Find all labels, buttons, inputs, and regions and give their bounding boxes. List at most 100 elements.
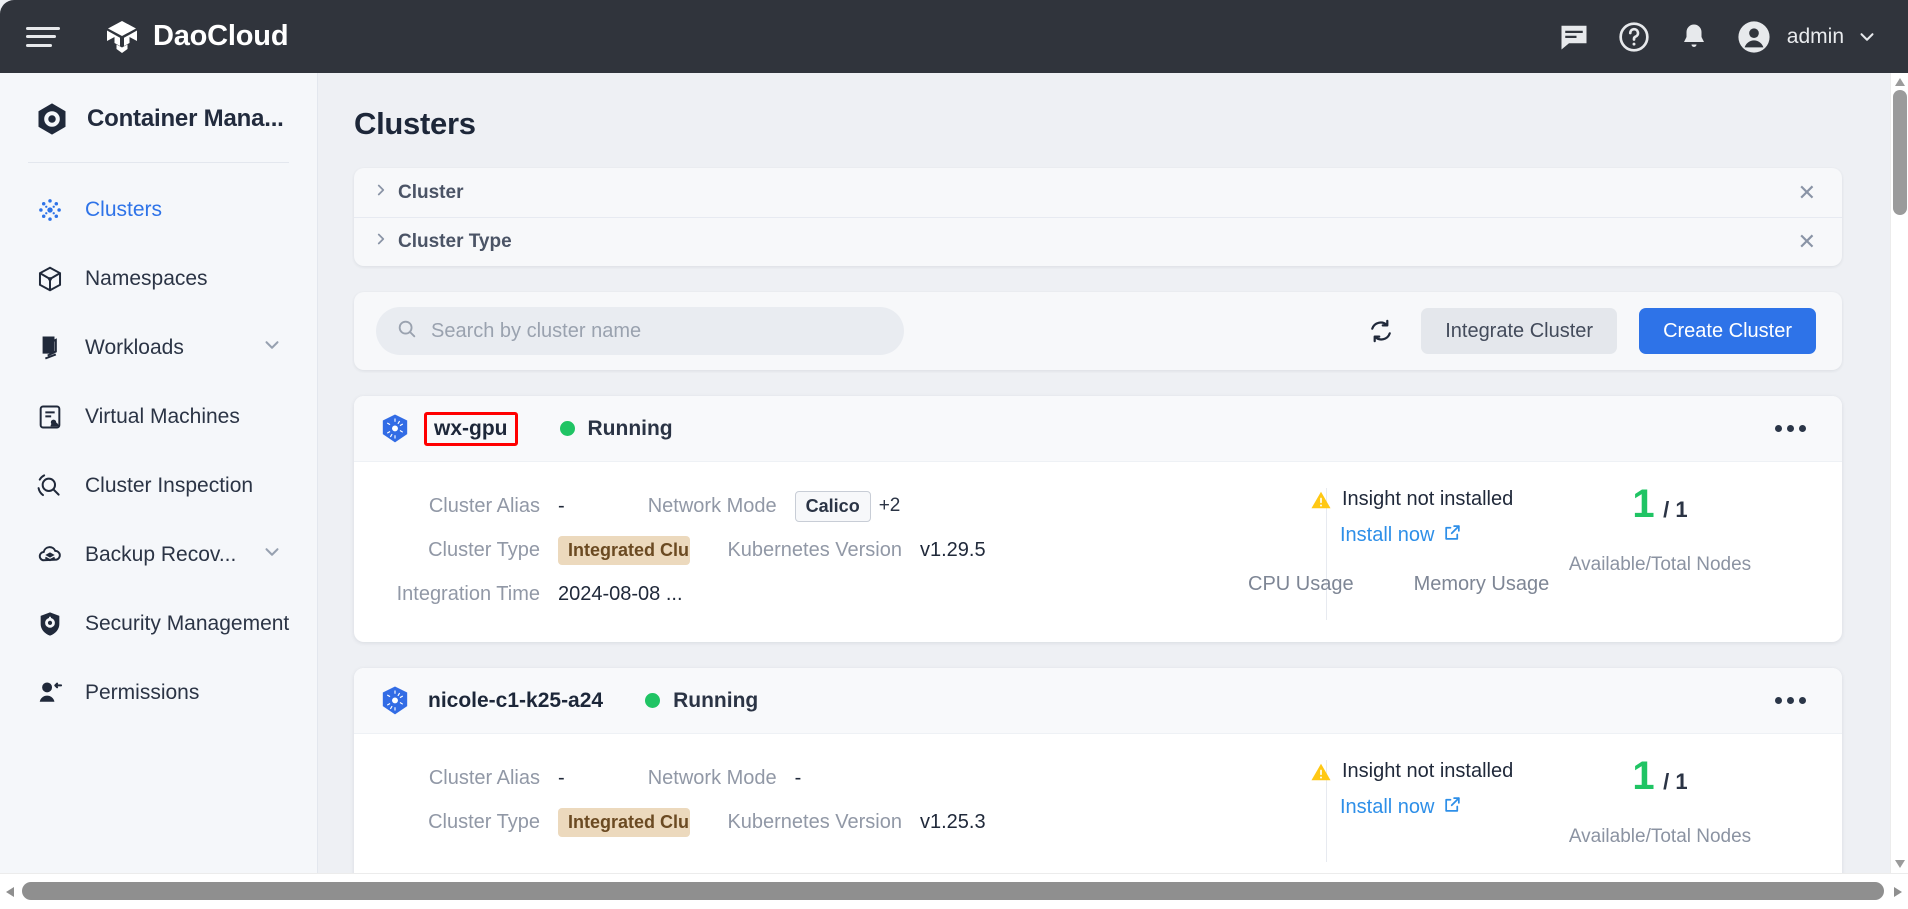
install-now-label: Install now [1340, 524, 1435, 547]
search-placeholder: Search by cluster name [431, 320, 641, 343]
sidebar-item-cluster-inspection[interactable]: Cluster Inspection [0, 451, 317, 520]
warning-triangle-icon [1310, 761, 1332, 783]
memory-usage-label: Memory Usage [1414, 573, 1550, 596]
sidebar-module-title[interactable]: Container Mana... [0, 73, 317, 137]
field-cluster-type: Cluster Type Integrated Clu Kubernetes V… [378, 528, 1154, 572]
scroll-up-arrow-icon[interactable] [1894, 77, 1906, 87]
sidebar-item-label: Workloads [85, 336, 184, 360]
toolbar-actions: Integrate Cluster Create Cluster [1363, 308, 1816, 354]
vertical-scrollbar-thumb[interactable] [1893, 90, 1907, 215]
sidebar-item-permissions[interactable]: Permissions [0, 658, 317, 727]
sidebar: Container Mana... Clusters [0, 73, 318, 909]
cpu-usage-label: CPU Usage [1248, 573, 1354, 596]
horizontal-scrollbar[interactable] [0, 873, 1908, 909]
vertical-scrollbar[interactable] [1890, 73, 1908, 873]
sidebar-item-backup-recovery[interactable]: Backup Recov... [0, 520, 317, 589]
chevron-right-icon[interactable] [372, 181, 398, 205]
sidebar-item-label: Backup Recov... [85, 543, 236, 567]
nodes-counts: 1 / 1 [1530, 484, 1790, 524]
cluster-type-tag: Integrated Clu [558, 536, 690, 565]
filter-row-cluster[interactable]: Cluster ✕ [354, 168, 1842, 217]
filter-label: Cluster Type [398, 231, 512, 253]
cluster-card-body: Cluster Alias - Network Mode Calico +2 C… [354, 462, 1842, 642]
field-label: Cluster Alias [378, 767, 558, 790]
permissions-user-icon [34, 677, 66, 709]
field-label: Cluster Alias [378, 495, 558, 518]
close-icon[interactable]: ✕ [1798, 182, 1816, 204]
cluster-type-tag: Integrated Clu [558, 808, 690, 837]
backup-cloud-icon [34, 539, 66, 571]
more-horizontal-icon[interactable] [1765, 415, 1816, 442]
search-input[interactable]: Search by cluster name [376, 307, 904, 355]
cluster-card-header: wx-gpu Running [354, 396, 1842, 462]
filter-row-cluster-type[interactable]: Cluster Type ✕ [354, 217, 1842, 266]
external-link-icon [1443, 795, 1462, 819]
inspection-magnifier-icon [34, 470, 66, 502]
chevron-down-icon[interactable] [1856, 26, 1878, 48]
cluster-name[interactable]: wx-gpu [424, 412, 518, 446]
help-icon[interactable] [1617, 20, 1651, 54]
brand-text: DaoCloud [153, 20, 288, 53]
sidebar-title-text: Container Mana... [87, 105, 284, 133]
field-label: Network Mode [565, 767, 795, 790]
cluster-card: wx-gpu Running Cluster Alias - Network M… [354, 396, 1842, 642]
kubernetes-icon [378, 684, 412, 718]
field-label: Kubernetes Version [690, 811, 920, 834]
horizontal-scrollbar-thumb[interactable] [22, 882, 1884, 900]
daocloud-cube-icon [104, 19, 140, 55]
nodes-summary: 1 / 1 Available/Total Nodes [1530, 756, 1790, 848]
sidebar-item-clusters[interactable]: Clusters [0, 175, 317, 244]
sidebar-item-label: Cluster Inspection [85, 474, 253, 498]
cluster-name[interactable]: nicole-c1-k25-a24 [428, 689, 603, 713]
insight-text: Insight not installed [1342, 760, 1513, 783]
avatar-icon [1737, 20, 1771, 54]
field-label: Cluster Type [378, 811, 558, 834]
sidebar-item-label: Namespaces [85, 267, 208, 291]
integrate-cluster-button[interactable]: Integrate Cluster [1421, 308, 1617, 354]
usage-labels: CPU Usage Memory Usage [1248, 573, 1842, 596]
cluster-card-body: Cluster Alias - Network Mode - Cluster T… [354, 734, 1842, 873]
user-menu[interactable]: admin [1737, 20, 1878, 54]
cluster-details: Cluster Alias - Network Mode Calico +2 C… [354, 484, 1154, 616]
nodes-total: / 1 [1663, 769, 1687, 794]
kubernetes-icon [378, 412, 412, 446]
sidebar-item-virtual-machines[interactable]: Virtual Machines [0, 382, 317, 451]
workloads-icon [34, 332, 66, 364]
network-mode-tag: Calico [795, 491, 871, 522]
sidebar-item-security-management[interactable]: Security Management [0, 589, 317, 658]
cluster-status: Running [645, 689, 758, 713]
sidebar-item-workloads[interactable]: Workloads [0, 313, 317, 382]
scroll-down-arrow-icon[interactable] [1894, 859, 1906, 869]
chevron-down-icon[interactable] [261, 541, 283, 568]
brand-logo[interactable]: DaoCloud [104, 19, 288, 55]
sidebar-item-namespaces[interactable]: Namespaces [0, 244, 317, 313]
chevron-down-icon[interactable] [261, 334, 283, 361]
insight-text: Insight not installed [1342, 488, 1513, 511]
status-dot-icon [560, 421, 575, 436]
bell-icon[interactable] [1677, 20, 1711, 54]
clusters-icon [34, 194, 66, 226]
scroll-right-arrow-icon[interactable] [1893, 886, 1903, 898]
main-content: Clusters Cluster ✕ Cluster Type [318, 73, 1890, 873]
field-cluster-alias: Cluster Alias - Network Mode - [378, 756, 1154, 800]
nodes-summary: 1 / 1 Available/Total Nodes [1530, 484, 1790, 576]
sidebar-item-label: Security Management [85, 612, 289, 636]
hamburger-icon[interactable] [26, 24, 60, 50]
field-cluster-alias: Cluster Alias - Network Mode Calico +2 [378, 484, 1154, 528]
cluster-status-text: Running [673, 689, 758, 713]
cluster-status-text: Running [588, 417, 673, 441]
refresh-icon[interactable] [1363, 313, 1399, 349]
top-bar-actions: admin [1557, 20, 1908, 54]
network-mode-extra[interactable]: +2 [879, 495, 901, 517]
scroll-left-arrow-icon[interactable] [5, 886, 15, 898]
chat-icon[interactable] [1557, 20, 1591, 54]
close-icon[interactable]: ✕ [1798, 231, 1816, 253]
chevron-right-icon[interactable] [372, 230, 398, 254]
create-cluster-button[interactable]: Create Cluster [1639, 308, 1816, 354]
more-horizontal-icon[interactable] [1765, 687, 1816, 714]
field-label: Kubernetes Version [690, 539, 920, 562]
cluster-metrics: Insight not installed Install now [1154, 484, 1842, 616]
sidebar-item-label: Permissions [85, 681, 199, 705]
cluster-status: Running [560, 417, 673, 441]
app-root: DaoCloud [0, 0, 1908, 909]
